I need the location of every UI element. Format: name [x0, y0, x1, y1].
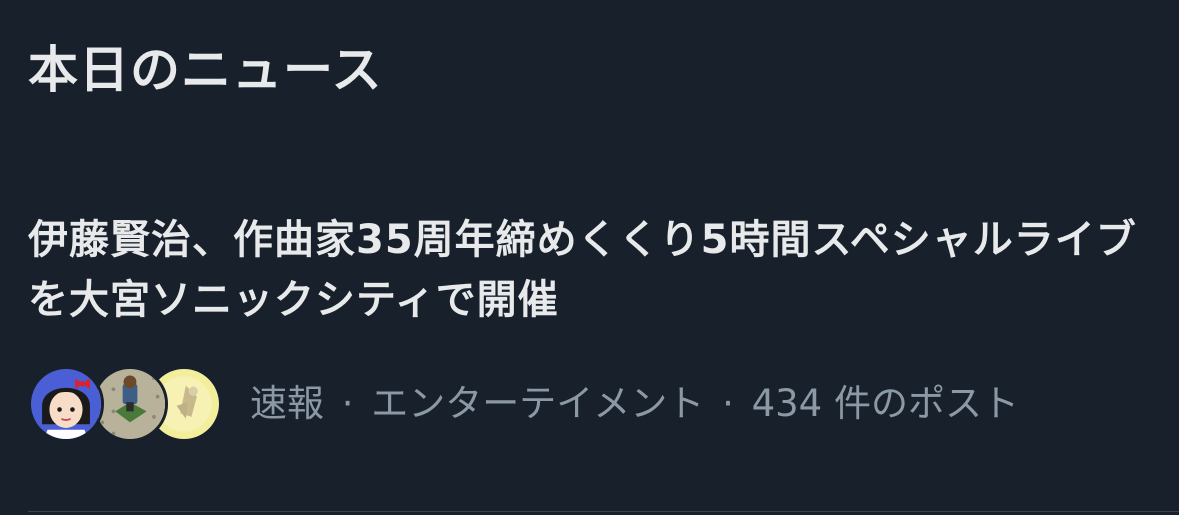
news-category: 速報: [250, 382, 324, 425]
news-topic: エンターテイメント: [371, 382, 705, 425]
section-title: 本日のニュース: [28, 41, 383, 99]
news-meta-text: 速報 · エンターテイメント · 434 件のポスト: [250, 374, 1019, 434]
news-post-count: 434 件のポスト: [751, 382, 1019, 425]
divider: [28, 511, 1179, 512]
meta-separator: ·: [341, 382, 354, 425]
news-headline[interactable]: 伊藤賢治、作曲家35周年締めくくり5時間スペシャルライブを大宮ソニックシティで開…: [28, 210, 1158, 330]
meta-separator: ·: [722, 382, 734, 425]
avatar-illustration-icon: [95, 369, 165, 439]
avatar-illustration-icon: [31, 369, 101, 439]
avatar: [28, 366, 104, 442]
news-meta-row: 速報 · エンターテイメント · 434 件のポスト: [28, 364, 1158, 444]
news-item[interactable]: 伊藤賢治、作曲家35周年締めくくり5時間スペシャルライブを大宮ソニックシティで開…: [0, 196, 1179, 496]
avatar-stack: [28, 364, 228, 444]
